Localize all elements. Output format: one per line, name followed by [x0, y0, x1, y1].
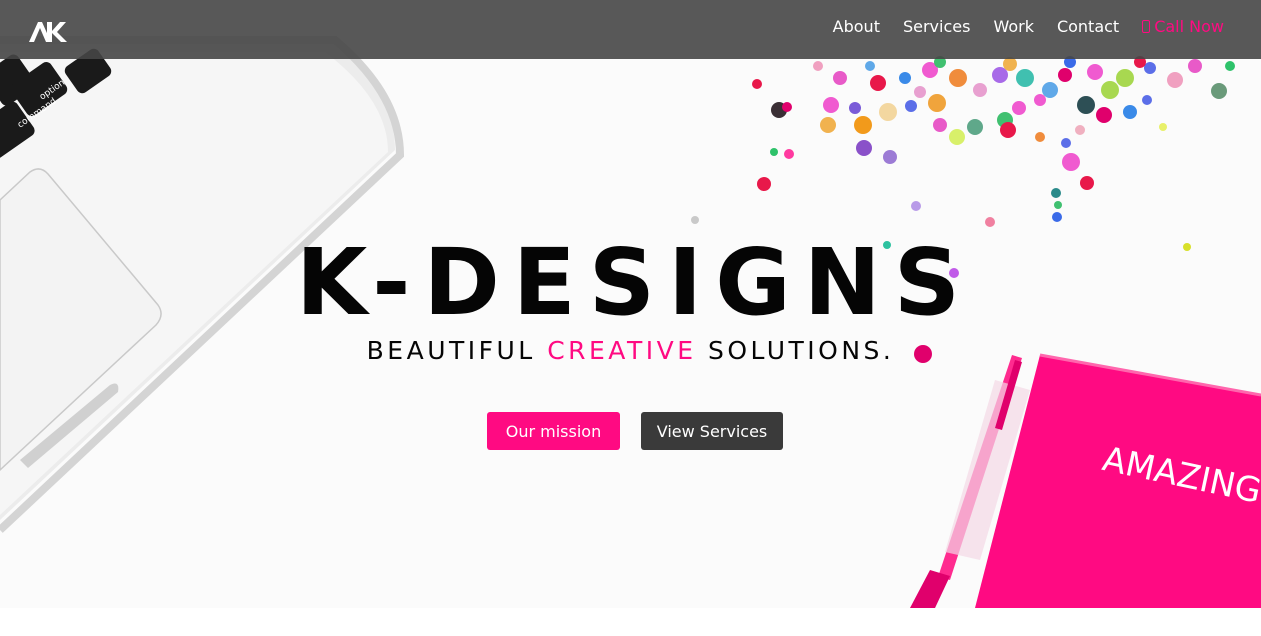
logo[interactable] [29, 20, 69, 44]
our-mission-button[interactable]: Our mission [487, 412, 620, 450]
subtitle-accent: CREATIVE [547, 336, 697, 365]
hero-subtitle: BEAUTIFUL CREATIVE SOLUTIONS. [0, 334, 1261, 368]
page: command option AMAZING About Services Wo… [0, 0, 1261, 636]
subtitle-pre: BEAUTIFUL [366, 336, 548, 365]
subtitle-post: SOLUTIONS. [696, 336, 895, 365]
nav-links: About Services Work Contact Call Now [821, 0, 1224, 52]
view-services-button[interactable]: View Services [641, 412, 783, 450]
nav-link-work[interactable]: Work [981, 17, 1045, 36]
navbar: About Services Work Contact Call Now [0, 0, 1261, 59]
nav-call-now[interactable]: Call Now [1130, 17, 1224, 36]
nav-link-services[interactable]: Services [891, 17, 981, 36]
nav-link-about[interactable]: About [821, 17, 891, 36]
phone-icon [1142, 19, 1151, 33]
nav-link-contact[interactable]: Contact [1045, 17, 1130, 36]
call-now-label: Call Now [1154, 16, 1224, 36]
hero-title: K-DESIGNS [296, 229, 973, 336]
